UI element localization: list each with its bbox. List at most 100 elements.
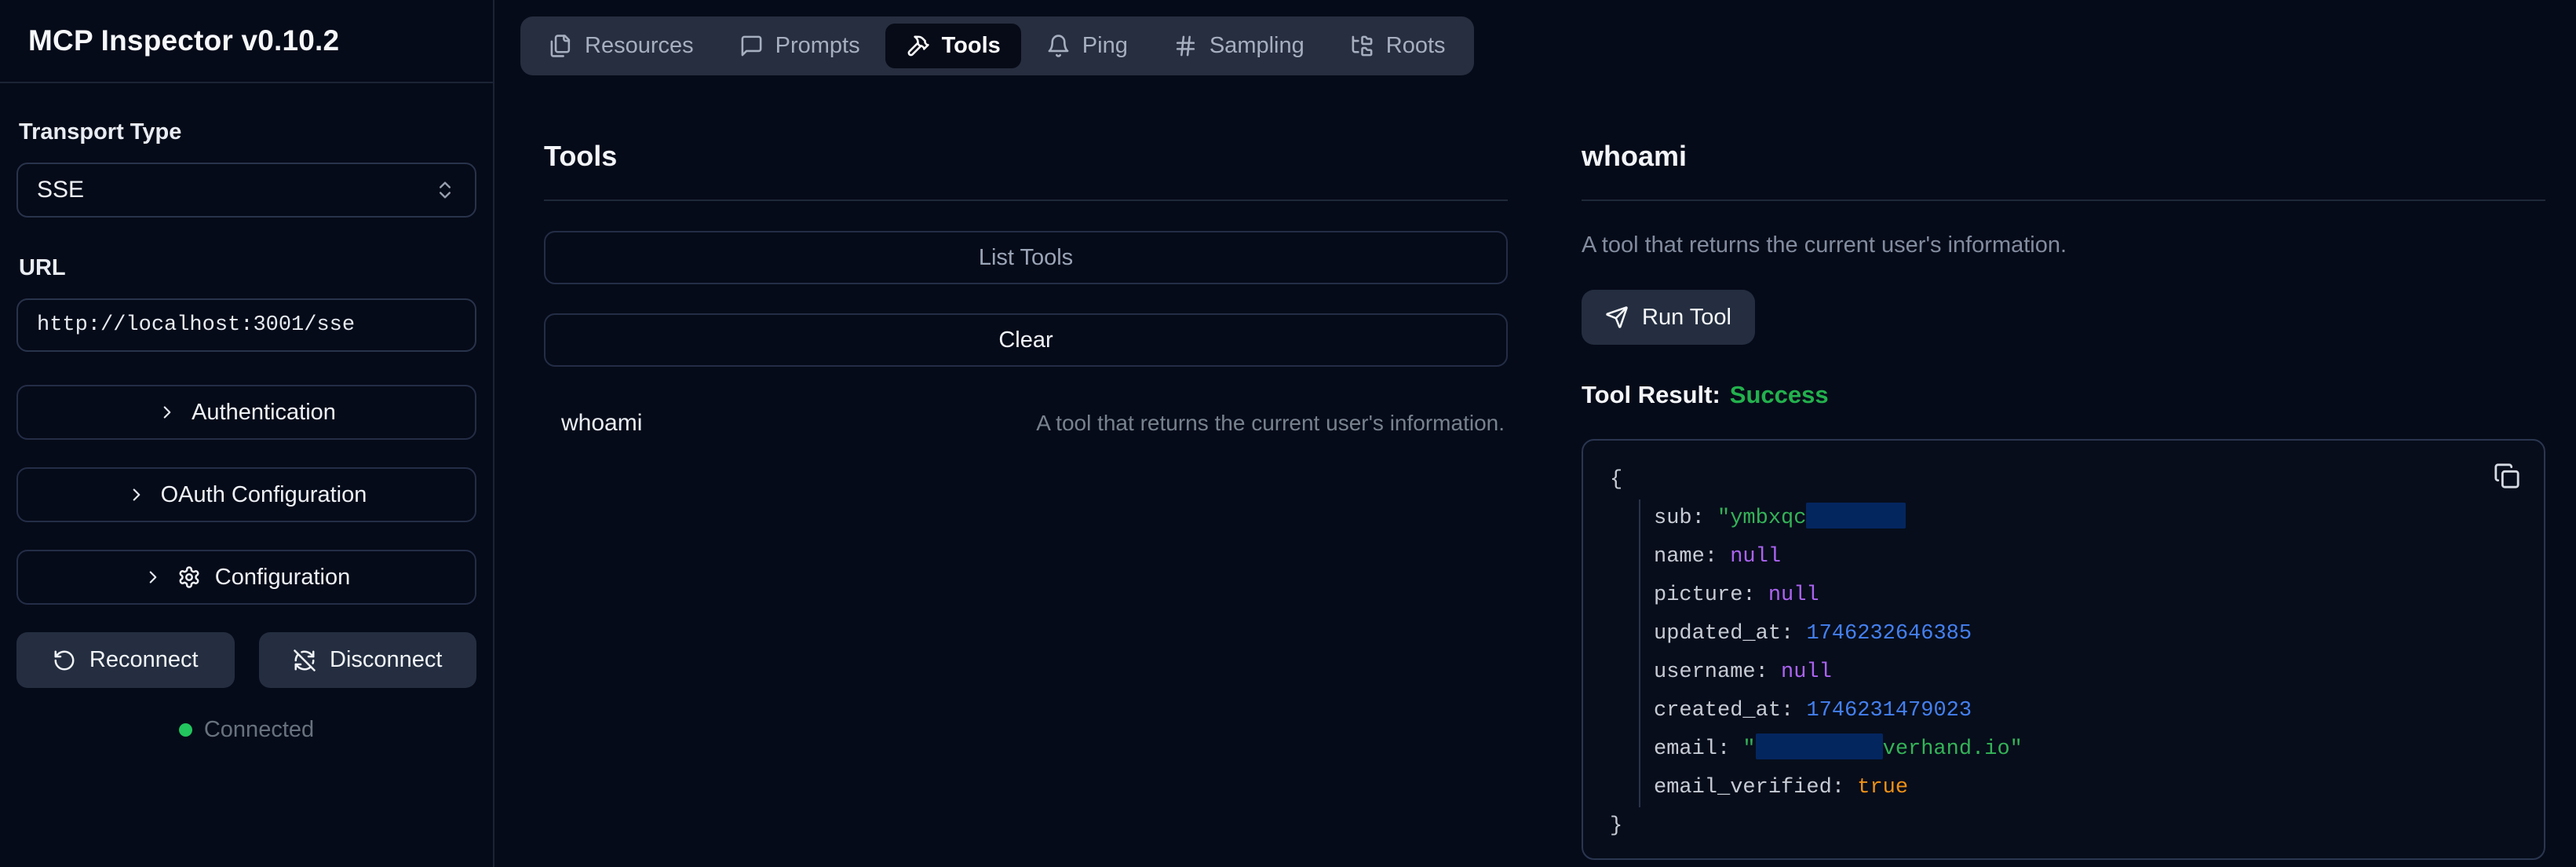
run-tool-label: Run Tool [1642, 305, 1731, 331]
result-label: Tool Result: [1582, 381, 1720, 408]
sidebar-header: MCP Inspector v0.10.2 [0, 0, 493, 83]
sidebar: MCP Inspector v0.10.2 Transport Type SSE… [0, 0, 494, 867]
json-token-bool: true [1857, 776, 1908, 799]
tab-sampling[interactable]: Sampling [1153, 24, 1325, 68]
bell-icon [1046, 34, 1071, 58]
tool-result-output: {sub: "ymbxqcname: nullpicture: nullupda… [1582, 439, 2545, 860]
json-token-null: null [1781, 660, 1832, 684]
tab-label: Ping [1082, 33, 1128, 59]
json-token-num: 1746231479023 [1806, 699, 1972, 722]
tool-detail-panel: whoami A tool that returns the current u… [1582, 140, 2545, 860]
json-token-punct: } [1610, 814, 1622, 838]
tabbar: Resources Prompts Tools Ping Sampling [520, 16, 1474, 75]
json-token-null: null [1768, 583, 1819, 607]
tools-panel: Tools List Tools Clear whoami A tool tha… [544, 140, 1508, 437]
json-line: email: "verhand.io" [1654, 730, 2512, 769]
json-line: username: null [1654, 653, 2512, 692]
disconnect-label: Disconnect [330, 647, 442, 673]
url-label: URL [19, 255, 476, 281]
rotate-ccw-icon [53, 649, 76, 672]
connection-actions: Reconnect Disconnect [16, 632, 476, 688]
chevrons-up-down-icon [434, 179, 456, 201]
tool-result-row: Tool Result: Success [1582, 381, 2545, 409]
json-line: name: null [1654, 538, 2512, 576]
json-token-key: created_at [1654, 699, 1781, 722]
result-status-badge: Success [1730, 381, 1829, 408]
folder-tree-icon [1350, 34, 1374, 58]
chevron-right-icon [157, 402, 177, 423]
sidebar-item-authentication[interactable]: Authentication [16, 385, 476, 440]
json-token-punct: : [1705, 545, 1730, 569]
json-token-key: email_verified [1654, 776, 1832, 799]
json-token-key: email [1654, 737, 1717, 761]
chevron-right-icon [143, 567, 163, 587]
tab-label: Prompts [775, 33, 860, 59]
gear-icon [177, 565, 201, 589]
detail-panel-title: whoami [1582, 140, 2545, 173]
tab-label: Sampling [1210, 33, 1304, 59]
tab-label: Tools [942, 33, 1001, 59]
json-token-key: updated_at [1654, 622, 1781, 646]
json-token-punct: : [1742, 583, 1768, 607]
json-line: email_verified: true [1654, 769, 2512, 807]
detail-description: A tool that returns the current user's i… [1582, 232, 2545, 258]
tab-roots[interactable]: Roots [1330, 24, 1466, 68]
transport-select-value: SSE [37, 177, 84, 203]
redacted-value [1806, 503, 1906, 529]
hash-icon [1173, 34, 1198, 58]
tools-panel-title: Tools [544, 140, 1508, 173]
sidebar-item-label: OAuth Configuration [161, 482, 367, 508]
json-line: created_at: 1746231479023 [1654, 692, 2512, 730]
copy-button[interactable] [2494, 463, 2520, 489]
disconnect-button[interactable]: Disconnect [259, 632, 477, 688]
connection-status: Connected [16, 717, 476, 743]
sidebar-item-label: Configuration [215, 565, 351, 591]
reconnect-button[interactable]: Reconnect [16, 632, 235, 688]
app-title: MCP Inspector v0.10.2 [28, 24, 339, 57]
json-token-punct: { [1610, 468, 1622, 492]
json-token-key: picture [1654, 583, 1742, 607]
json-token-key: name [1654, 545, 1705, 569]
json-token-str: "ymbxqc [1717, 507, 1806, 530]
url-input[interactable] [16, 298, 476, 352]
main-area: Resources Prompts Tools Ping Sampling [496, 0, 2576, 867]
status-dot [179, 723, 192, 737]
json-line: picture: null [1654, 576, 2512, 615]
sidebar-item-configuration[interactable]: Configuration [16, 550, 476, 605]
status-label: Connected [204, 717, 314, 743]
tab-ping[interactable]: Ping [1026, 24, 1148, 68]
json-token-punct: : [1692, 507, 1717, 530]
divider [544, 199, 1508, 201]
run-tool-button[interactable]: Run Tool [1582, 290, 1755, 345]
transport-select[interactable]: SSE [16, 163, 476, 218]
json-token-null: null [1730, 545, 1781, 569]
tab-resources[interactable]: Resources [528, 24, 714, 68]
transport-type-label: Transport Type [19, 119, 476, 145]
tab-label: Resources [585, 33, 694, 59]
send-icon [1605, 305, 1629, 329]
clear-button[interactable]: Clear [544, 313, 1508, 367]
panels: Tools List Tools Clear whoami A tool tha… [544, 140, 2576, 860]
tool-list-item-whoami[interactable]: whoami A tool that returns the current u… [544, 410, 1508, 437]
copy-icon [2494, 463, 2520, 489]
json-line: } [1610, 807, 2512, 846]
json-token-punct: : [1781, 622, 1806, 646]
message-square-icon [739, 34, 764, 58]
hammer-icon [906, 34, 930, 58]
tab-tools[interactable]: Tools [885, 24, 1021, 68]
sidebar-item-oauth-configuration[interactable]: OAuth Configuration [16, 467, 476, 522]
json-token-key: username [1654, 660, 1756, 684]
json-line: sub: "ymbxqc [1654, 499, 2512, 538]
list-tools-button[interactable]: List Tools [544, 231, 1508, 284]
sidebar-item-label: Authentication [192, 400, 336, 426]
files-icon [549, 34, 573, 58]
json-token-num: 1746232646385 [1806, 622, 1972, 646]
tab-label: Roots [1386, 33, 1446, 59]
tool-description: A tool that returns the current user's i… [1036, 411, 1505, 436]
json-token-punct: : [1781, 699, 1806, 722]
json-token-str: " [1742, 737, 1755, 761]
tab-prompts[interactable]: Prompts [719, 24, 881, 68]
divider [1582, 199, 2545, 201]
tool-name: whoami [561, 410, 642, 437]
sidebar-body: Transport Type SSE URL Authentication OA… [0, 83, 493, 743]
